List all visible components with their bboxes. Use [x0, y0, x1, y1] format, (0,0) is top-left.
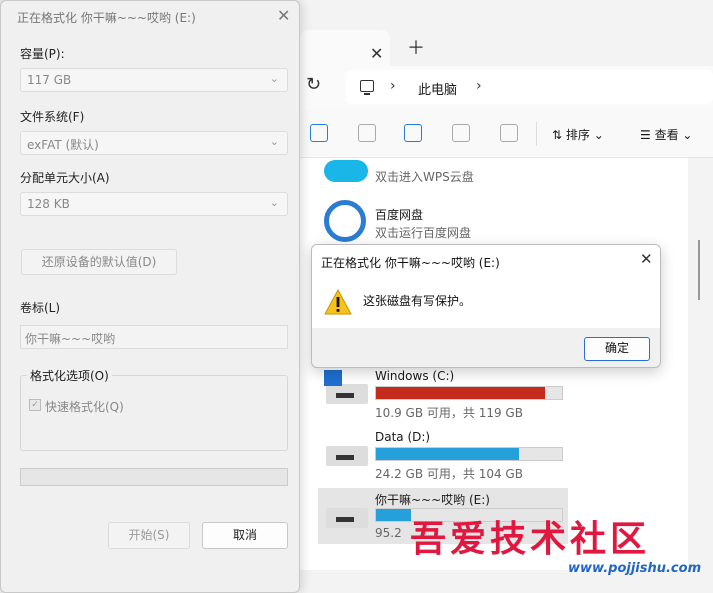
capacity-select[interactable]: 117 GB ⌄	[20, 68, 288, 92]
drive-icon	[326, 508, 368, 528]
allocation-value: 128 KB	[27, 197, 70, 211]
drive-usage-fill	[376, 448, 520, 460]
rename-icon[interactable]	[404, 124, 422, 142]
paste-icon[interactable]	[358, 124, 376, 142]
capacity-label: 容量(P):	[20, 47, 65, 61]
ok-button[interactable]: 确定	[584, 337, 650, 361]
toolbar-divider	[536, 122, 537, 146]
drive-name[interactable]: Windows (C:)	[375, 369, 454, 383]
message-title: 正在格式化 你干嘛~~~哎哟 (E:)	[321, 256, 500, 270]
drive-icon	[326, 384, 368, 404]
computer-icon	[360, 80, 374, 95]
allocation-select[interactable]: 128 KB ⌄	[20, 192, 288, 216]
address-row: ↻ › 此电脑 ›	[290, 66, 713, 110]
chevron-right-icon[interactable]: ›	[476, 78, 482, 94]
dialog-title: 正在格式化 你干嘛~~~哎哟 (E:)	[17, 11, 196, 25]
sort-label: 排序	[565, 128, 590, 142]
close-icon[interactable]: ✕	[277, 6, 290, 25]
allocation-label: 分配单元大小(A)	[20, 171, 110, 185]
chevron-down-icon: ⌄	[269, 72, 279, 85]
watermark-logo: 吾爱技术社区	[410, 518, 651, 560]
drive-name[interactable]: 你干嘛~~~哎哟 (E:)	[375, 491, 490, 508]
command-bar: ⇅ 排序 ⌄ ☰ 查看 ⌄	[290, 110, 713, 158]
scrollbar[interactable]	[698, 240, 700, 300]
drive-free-text: 24.2 GB 可用，共 104 GB	[375, 467, 523, 481]
list-item-name[interactable]: 百度网盘	[375, 206, 423, 223]
new-tab-icon[interactable]: ＋	[407, 34, 425, 60]
drive-icon	[326, 446, 368, 466]
drive-usage-fill	[376, 509, 412, 521]
filesystem-label: 文件系统(F)	[20, 110, 85, 124]
write-protect-message-box: 正在格式化 你干嘛~~~哎哟 (E:) ✕ 这张磁盘有写保护。 确定	[311, 244, 661, 368]
message-text: 这张磁盘有写保护。	[363, 294, 472, 308]
view-button[interactable]: ☰ 查看 ⌄	[640, 126, 692, 143]
capacity-value: 117 GB	[27, 73, 72, 87]
drive-name[interactable]: Data (D:)	[375, 430, 430, 444]
volume-label-input[interactable]: 你干嘛~~~哎哟	[20, 325, 288, 349]
list-item-subtitle: 双击进入WPS云盘	[375, 170, 474, 184]
watermark-url: www.pojjishu.com	[568, 561, 702, 576]
windows-logo-icon	[324, 370, 342, 386]
sort-button[interactable]: ⇅ 排序 ⌄	[552, 126, 604, 143]
baidu-netdisk-icon	[324, 200, 366, 242]
wps-cloud-icon	[324, 160, 368, 182]
share-icon[interactable]	[452, 124, 470, 142]
drive-free-text: 95.2	[375, 526, 402, 540]
format-options-label: 格式化选项(O)	[27, 367, 112, 384]
warning-icon	[324, 289, 352, 315]
drive-free-text: 10.9 GB 可用，共 119 GB	[375, 406, 523, 420]
start-button[interactable]: 开始(S)	[108, 522, 190, 549]
format-progress-bar	[20, 468, 288, 486]
quick-format-checkbox[interactable]: ✓	[29, 399, 41, 411]
copy-icon[interactable]	[310, 124, 328, 142]
drive-usage-bar	[375, 386, 563, 400]
address-bar[interactable]: › 此电脑 ›	[346, 70, 713, 104]
volume-label-label: 卷标(L)	[20, 301, 61, 315]
quick-format-label: 快速格式化(Q)	[45, 400, 124, 414]
tab-bar: ✕ ＋	[290, 20, 713, 66]
filesystem-select[interactable]: exFAT (默认) ⌄	[20, 131, 288, 155]
filesystem-value: exFAT (默认)	[27, 138, 99, 152]
view-label: 查看	[654, 128, 679, 142]
tab-this-pc[interactable]: ✕	[300, 30, 390, 66]
message-body: 正在格式化 你干嘛~~~哎哟 (E:) ✕ 这张磁盘有写保护。	[312, 245, 660, 328]
drive-usage-bar	[375, 447, 563, 461]
close-icon[interactable]: ✕	[640, 250, 653, 268]
cancel-button[interactable]: 取消	[202, 522, 288, 549]
format-dialog: 正在格式化 你干嘛~~~哎哟 (E:) ✕ 容量(P): 117 GB ⌄ 文件…	[0, 0, 300, 593]
close-tab-icon[interactable]: ✕	[370, 44, 383, 63]
chevron-down-icon: ⌄	[269, 196, 279, 209]
chevron-right-icon[interactable]: ›	[390, 78, 396, 94]
breadcrumb[interactable]: 此电脑	[418, 79, 457, 98]
refresh-icon[interactable]: ↻	[306, 74, 321, 95]
restore-defaults-button[interactable]: 还原设备的默认值(D)	[21, 249, 177, 275]
chevron-down-icon: ⌄	[269, 135, 279, 148]
list-item-subtitle: 双击运行百度网盘	[375, 226, 472, 240]
delete-icon[interactable]	[500, 124, 518, 142]
drive-usage-fill	[376, 387, 546, 399]
